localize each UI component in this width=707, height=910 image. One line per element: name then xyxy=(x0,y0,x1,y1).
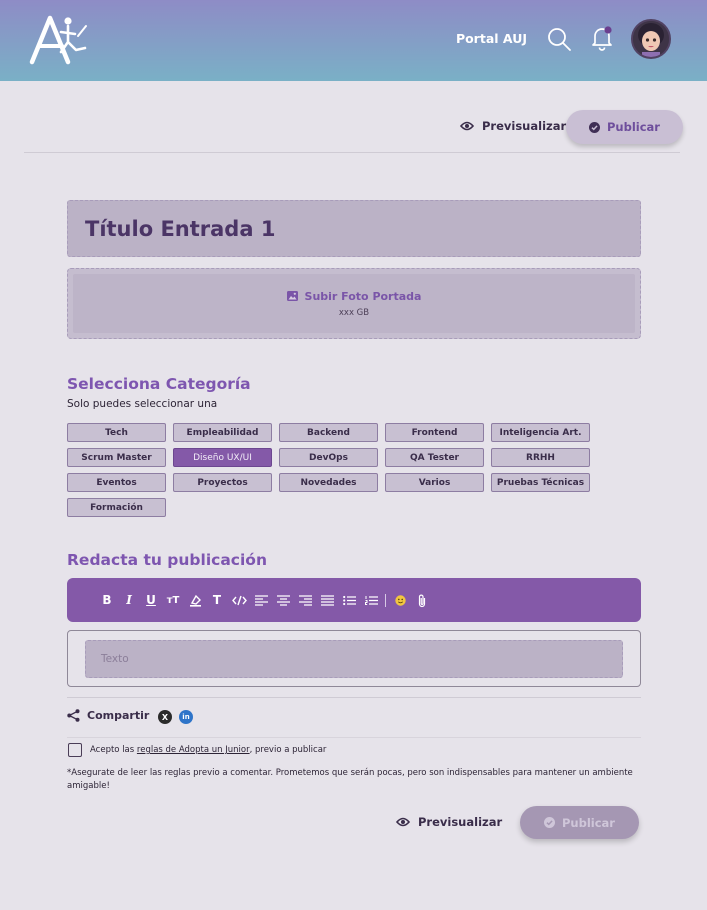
preview-label: Previsualizar xyxy=(482,119,567,133)
category-chip[interactable]: Novedades xyxy=(279,473,378,492)
highlight-icon[interactable] xyxy=(184,589,206,611)
publish-label: Publicar xyxy=(562,815,615,830)
check-circle-icon xyxy=(544,817,555,828)
rules-note: *Asegurate de leer las reglas previo a c… xyxy=(67,768,633,791)
post-title: Título Entrada 1 xyxy=(85,216,276,241)
image-icon xyxy=(286,291,298,301)
divider xyxy=(24,152,680,153)
notification-bell-icon[interactable] xyxy=(590,25,614,51)
category-chip[interactable]: Diseño UX/UI xyxy=(173,448,272,467)
share-button[interactable]: Compartir xyxy=(67,709,149,722)
category-chip[interactable]: Empleabilidad xyxy=(173,423,272,442)
attach-glyph xyxy=(418,594,426,607)
align-center-glyph xyxy=(276,594,290,606)
category-chip[interactable]: Formación xyxy=(67,498,166,517)
x-share-icon[interactable]: X xyxy=(158,710,172,724)
category-chip[interactable]: Frontend xyxy=(385,423,484,442)
eye-icon xyxy=(460,121,474,131)
editor-section-title: Redacta tu publicación xyxy=(67,551,267,569)
preview-button-bottom[interactable]: Previsualizar xyxy=(396,815,502,829)
align-right-icon[interactable] xyxy=(294,589,316,611)
divider xyxy=(67,697,641,698)
preview-button-top[interactable]: Previsualizar xyxy=(460,119,566,133)
publish-button-bottom[interactable]: Publicar xyxy=(520,806,639,839)
avatar[interactable] xyxy=(631,19,671,59)
cover-upload-area[interactable]: Subir Foto Portada xxx GB xyxy=(67,268,641,339)
portal-link[interactable]: Portal AUJ xyxy=(456,31,527,46)
category-chip[interactable]: Pruebas Técnicas xyxy=(491,473,590,492)
category-chip[interactable]: Backend xyxy=(279,423,378,442)
upload-row: Subir Foto Portada xyxy=(286,289,422,303)
post-title-input[interactable]: Título Entrada 1 xyxy=(67,200,641,257)
emoji-glyph xyxy=(394,594,406,606)
terms-checkbox[interactable] xyxy=(68,743,82,757)
terms-text: Acepto las reglas de Adopta un Junior, p… xyxy=(90,745,326,755)
text-color-icon[interactable]: T xyxy=(206,589,228,611)
category-section-title: Selecciona Categoría xyxy=(67,375,251,393)
terms-suffix: , previo a publicar xyxy=(249,745,327,755)
code-icon[interactable] xyxy=(228,589,250,611)
share-icon xyxy=(67,709,80,722)
code-glyph xyxy=(231,595,247,605)
category-chip[interactable]: Inteligencia Art. xyxy=(491,423,590,442)
italic-icon[interactable]: I xyxy=(118,589,140,611)
eye-icon xyxy=(396,817,410,827)
category-chip[interactable]: RRHH xyxy=(491,448,590,467)
editor-box: Texto xyxy=(67,630,641,687)
highlight-glyph xyxy=(189,594,201,607)
category-chip[interactable]: Varios xyxy=(385,473,484,492)
toolbar-separator xyxy=(385,593,386,607)
top-header: Portal AUJ xyxy=(0,0,707,81)
divider xyxy=(67,737,641,738)
upload-label: Subir Foto Portada xyxy=(304,289,422,303)
justify-glyph xyxy=(320,594,334,606)
numbered-list-glyph xyxy=(364,595,378,605)
terms-row: Acepto las reglas de Adopta un Junior, p… xyxy=(68,743,326,757)
bullet-list-icon[interactable] xyxy=(338,589,360,611)
category-chip[interactable]: Eventos xyxy=(67,473,166,492)
search-icon[interactable] xyxy=(546,26,572,52)
align-right-glyph xyxy=(298,594,312,606)
rules-link[interactable]: reglas de Adopta un Junior xyxy=(137,745,250,755)
terms-prefix: Acepto las xyxy=(90,745,137,755)
numbered-list-icon[interactable] xyxy=(360,589,382,611)
bold-icon[interactable]: B xyxy=(96,589,118,611)
upload-size: xxx GB xyxy=(338,307,370,318)
publish-button-top[interactable]: Publicar xyxy=(566,110,683,144)
category-chips: Tech Empleabilidad Backend Frontend Intelige… xyxy=(67,423,607,517)
avatar-face-icon xyxy=(633,21,669,57)
publish-label: Publicar xyxy=(607,120,660,134)
preview-label: Previsualizar xyxy=(418,815,503,829)
linkedin-share-icon[interactable]: in xyxy=(179,710,193,724)
text-size-icon[interactable]: тT xyxy=(162,589,184,611)
bullet-list-glyph xyxy=(342,595,356,605)
cover-upload-inner: Subir Foto Portada xxx GB xyxy=(73,274,635,333)
emoji-icon[interactable] xyxy=(389,589,411,611)
category-chip[interactable]: Proyectos xyxy=(173,473,272,492)
category-chip[interactable]: DevOps xyxy=(279,448,378,467)
post-body-placeholder: Texto xyxy=(101,653,129,665)
attach-icon[interactable] xyxy=(411,589,433,611)
align-left-glyph xyxy=(254,594,268,606)
align-left-icon[interactable] xyxy=(250,589,272,611)
underline-icon[interactable]: U xyxy=(140,589,162,611)
align-center-icon[interactable] xyxy=(272,589,294,611)
category-chip[interactable]: QA Tester xyxy=(385,448,484,467)
category-chip[interactable]: Scrum Master xyxy=(67,448,166,467)
justify-icon[interactable] xyxy=(316,589,338,611)
check-circle-icon xyxy=(589,121,600,133)
category-hint: Solo puedes seleccionar una xyxy=(67,398,218,410)
share-label: Compartir xyxy=(87,709,150,722)
post-body-input[interactable]: Texto xyxy=(85,640,623,678)
editor-toolbar: B I U тT T xyxy=(67,578,641,622)
logo-icon[interactable] xyxy=(28,12,90,66)
category-chip[interactable]: Tech xyxy=(67,423,166,442)
